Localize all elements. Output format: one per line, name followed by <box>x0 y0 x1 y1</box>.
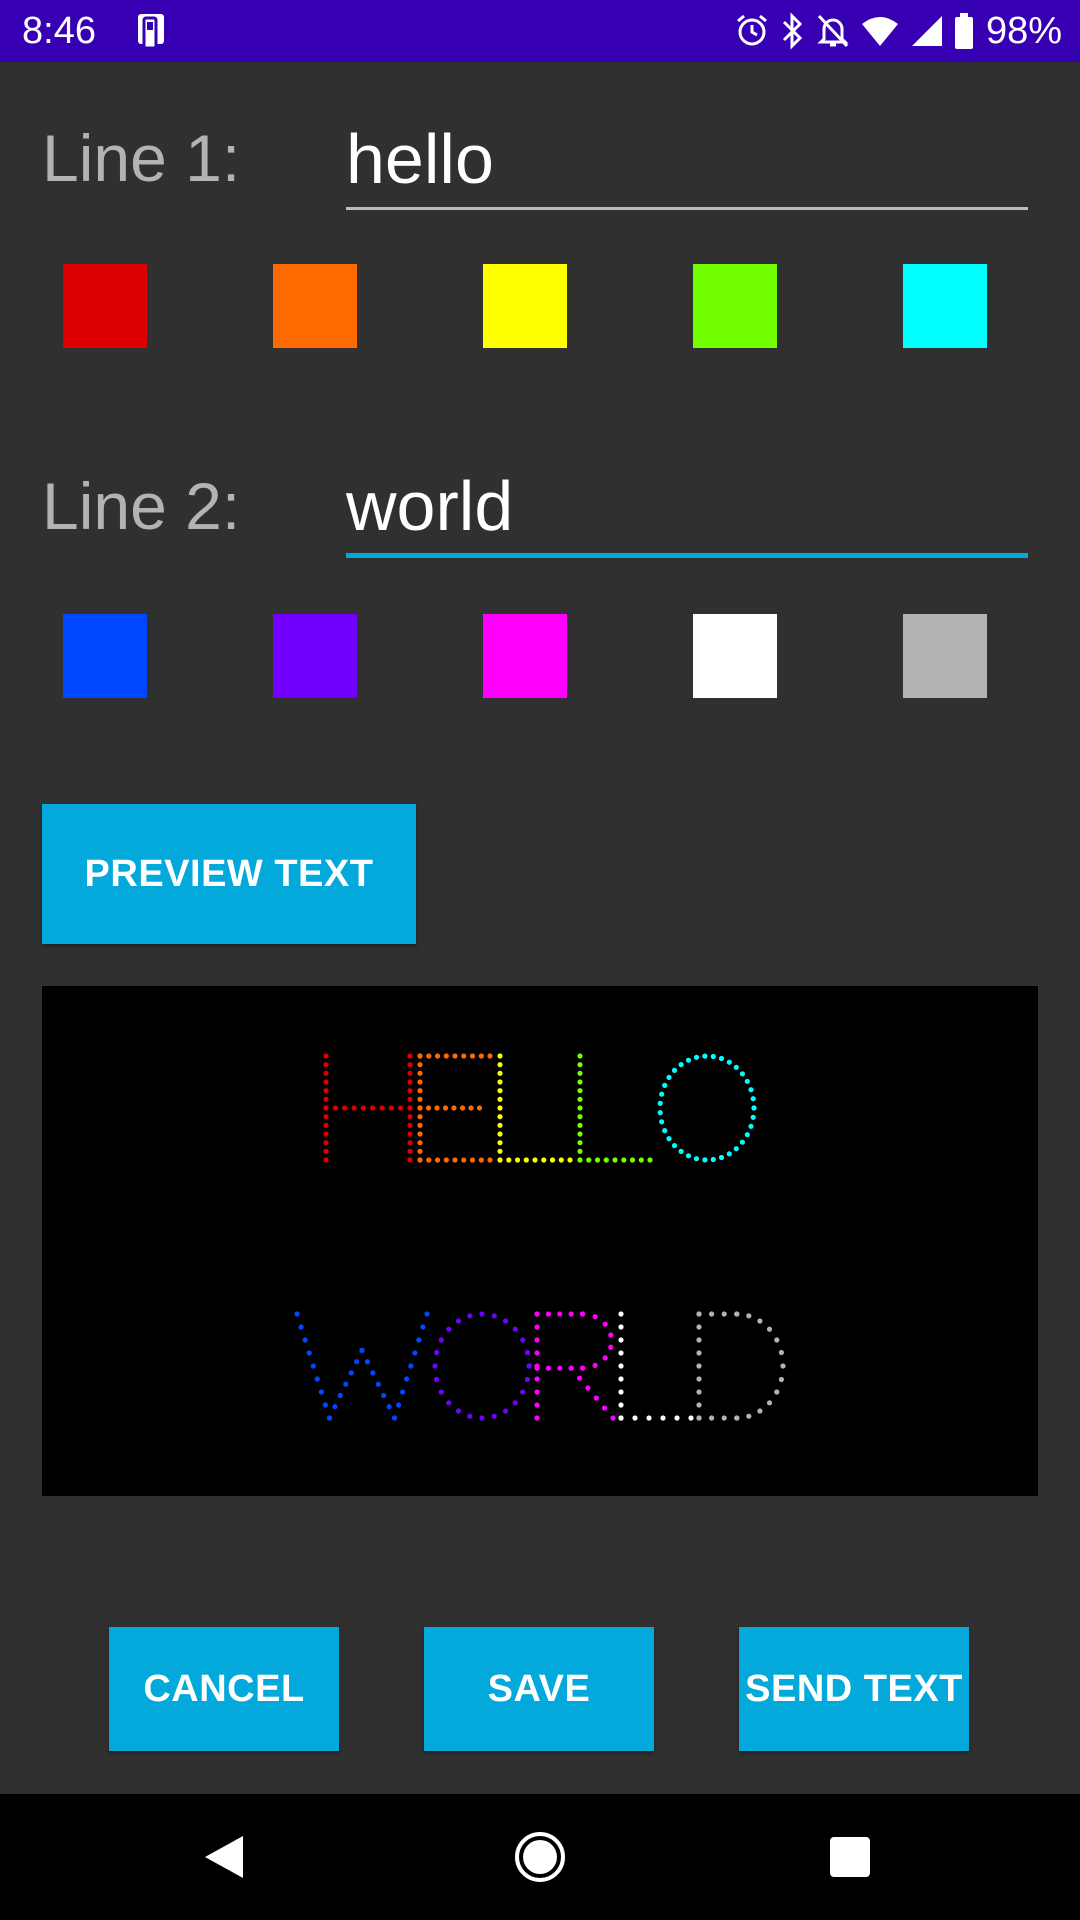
line1-color-orange[interactable] <box>273 264 357 348</box>
line2-label: Line 2: <box>42 469 241 543</box>
line2-color-magenta[interactable] <box>483 614 567 698</box>
line1-label: Line 1: <box>42 121 241 195</box>
battery-icon <box>954 13 973 49</box>
status-icons: 98% <box>734 8 1062 54</box>
line1-color-red[interactable] <box>63 264 147 348</box>
line2-input[interactable] <box>346 458 1028 558</box>
preview-line1-letter-o <box>657 1053 757 1163</box>
line2-color-row <box>0 614 1080 698</box>
bluetooth-icon <box>782 12 803 50</box>
line2-color-violet[interactable] <box>273 614 357 698</box>
line2-color-blue[interactable] <box>63 614 147 698</box>
line1-input[interactable] <box>346 110 1028 210</box>
send-text-button[interactable]: SEND TEXT <box>739 1627 969 1751</box>
preview-line2-letter-r <box>534 1311 616 1421</box>
back-icon[interactable] <box>191 1824 257 1890</box>
line1-color-cyan[interactable] <box>903 264 987 348</box>
signal-icon <box>911 16 942 46</box>
preview-line2-letter-l <box>618 1311 694 1421</box>
notification-app-icon <box>138 14 164 50</box>
preview-line2-letter-o <box>432 1311 532 1421</box>
line1-color-row <box>0 264 1080 348</box>
led-preview-panel <box>42 986 1038 1496</box>
recents-icon[interactable] <box>817 1824 883 1890</box>
preview-line1-letter-e <box>417 1053 493 1163</box>
status-time: 8:46 <box>22 10 96 52</box>
preview-line1-letter-l <box>497 1053 573 1163</box>
status-bar: 8:46 98% <box>0 0 1080 62</box>
save-button[interactable]: SAVE <box>424 1627 654 1751</box>
wifi-icon <box>861 17 898 46</box>
preview-line1-letter-h <box>323 1053 413 1163</box>
home-icon[interactable] <box>507 1824 573 1890</box>
preview-line1-letter-l <box>577 1053 653 1163</box>
line1-color-yellow[interactable] <box>483 264 567 348</box>
navigation-bar <box>0 1794 1080 1920</box>
preview-text-button[interactable]: PREVIEW TEXT <box>42 804 416 944</box>
alarm-icon <box>736 14 767 46</box>
line2-color-gray[interactable] <box>903 614 987 698</box>
preview-line2-letter-d <box>696 1311 786 1421</box>
cancel-button[interactable]: CANCEL <box>109 1627 339 1751</box>
preview-line2-letter-w <box>294 1311 430 1421</box>
led-preview-canvas <box>294 1053 786 1421</box>
battery-percent: 98% <box>985 10 1062 52</box>
mute-icon <box>817 14 849 48</box>
line1-color-green[interactable] <box>693 264 777 348</box>
line2-color-white[interactable] <box>693 614 777 698</box>
